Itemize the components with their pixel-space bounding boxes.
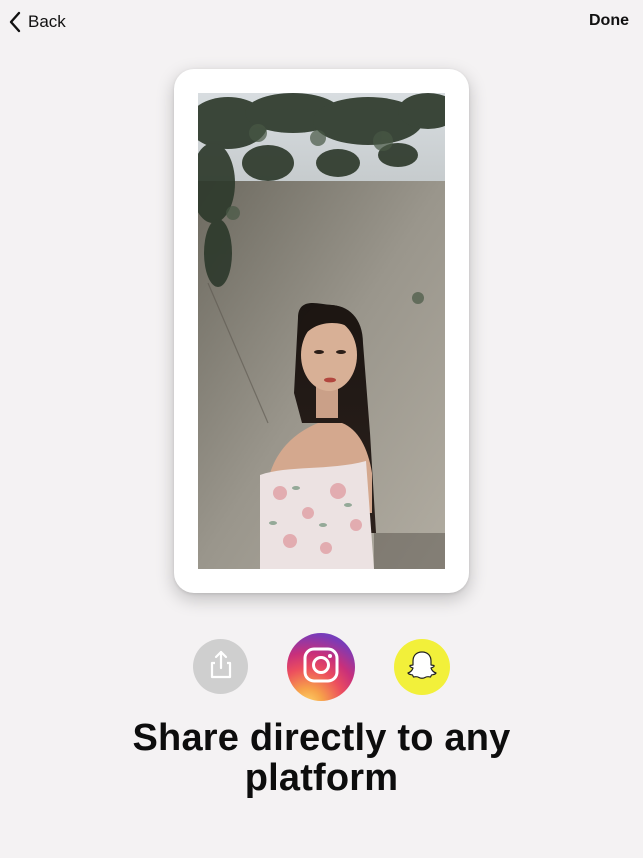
back-label: Back: [28, 12, 66, 31]
instagram-icon: [302, 646, 340, 689]
headline: Share directly to any platform: [0, 718, 643, 798]
back-button[interactable]: Back: [8, 10, 66, 34]
share-buttons-row: [0, 631, 643, 703]
done-button[interactable]: Done: [589, 12, 629, 30]
headline-line-2: platform: [244, 757, 399, 799]
story-photo: [198, 93, 445, 569]
story-preview-card: [174, 69, 469, 593]
share-generic-button[interactable]: [193, 639, 248, 694]
share-snapchat-button[interactable]: [394, 639, 450, 695]
share-instagram-button[interactable]: [287, 633, 355, 701]
chevron-left-icon: [8, 11, 22, 33]
snapchat-ghost-icon: [405, 648, 439, 687]
headline-line-1: Share directly to any: [132, 717, 511, 759]
share-icon: [208, 649, 234, 684]
